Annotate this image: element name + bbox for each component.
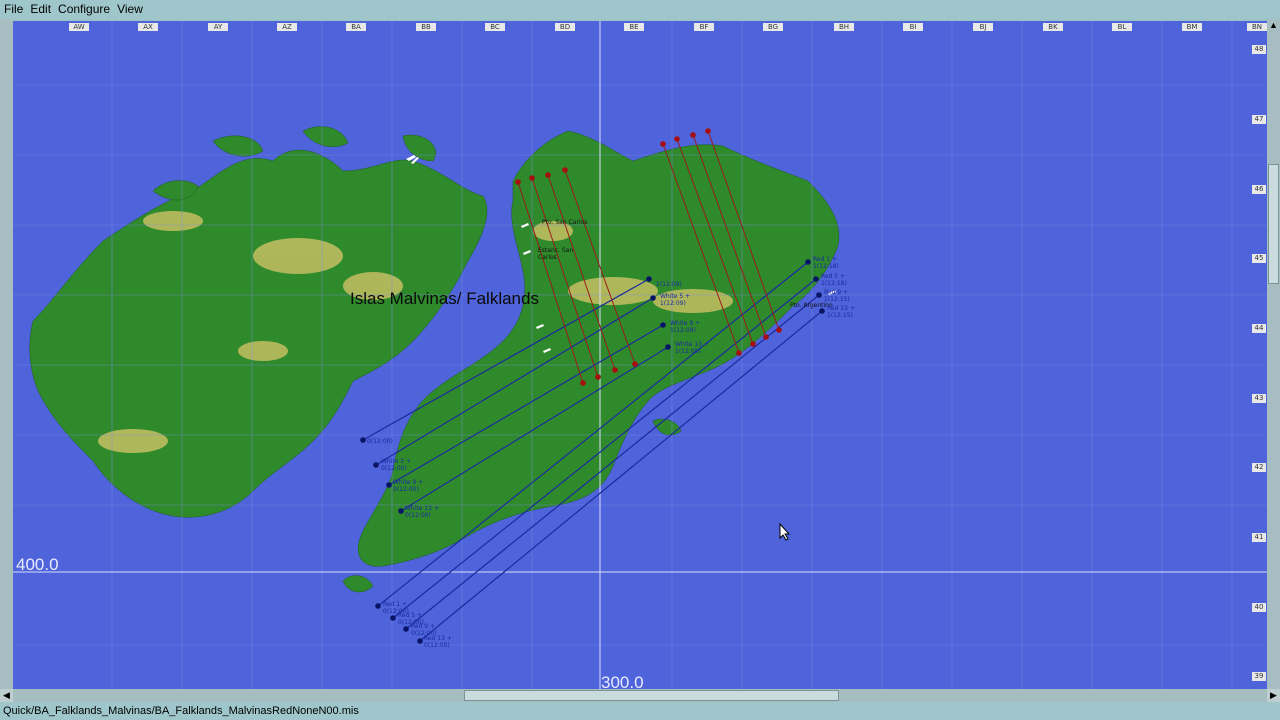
- flight-label[interactable]: 0(12:00): [367, 438, 399, 445]
- col-label: AW: [69, 23, 89, 31]
- col-label: BG: [763, 23, 783, 31]
- menu-file[interactable]: File: [0, 0, 26, 16]
- col-label: BK: [1043, 23, 1063, 31]
- col-label: BN: [1247, 23, 1267, 31]
- row-label: 40: [1252, 603, 1266, 612]
- col-label: BF: [694, 23, 714, 31]
- flight-label[interactable]: Red 9 + 1(12:15): [824, 289, 856, 303]
- flight-label[interactable]: Red 13 + 0(12:00): [424, 635, 458, 649]
- scale-label-left: 400.0: [16, 555, 59, 574]
- flight-label[interactable]: Red 13 + 1(12:15): [827, 305, 861, 319]
- mouse-pointer-icon: [779, 523, 791, 541]
- vertical-scroll-thumb[interactable]: [1268, 164, 1279, 284]
- row-label: 41: [1252, 533, 1266, 542]
- row-label: 42: [1252, 463, 1266, 472]
- flight-label[interactable]: White 9 + 0(12:00): [393, 479, 425, 493]
- status-bar: Quick/BA_Falklands_Malvinas/BA_Falklands…: [0, 702, 1280, 720]
- col-label: BH: [834, 23, 854, 31]
- col-label: AX: [138, 23, 158, 31]
- scroll-up-arrow-icon[interactable]: ▲: [1267, 19, 1280, 32]
- flight-label[interactable]: Red 5 + 1(12:18): [821, 273, 853, 287]
- horizontal-scrollbar[interactable]: ◀ ▶: [0, 689, 1280, 702]
- col-label: BI: [903, 23, 923, 31]
- row-label: 44: [1252, 324, 1266, 333]
- horizontal-scroll-thumb[interactable]: [464, 690, 839, 701]
- row-label: 47: [1252, 115, 1266, 124]
- col-label: BD: [555, 23, 575, 31]
- col-label: BB: [416, 23, 436, 31]
- row-label: 43: [1252, 394, 1266, 403]
- island-label: Islas Malvinas/ Falklands: [350, 289, 539, 308]
- col-label: BM: [1182, 23, 1202, 31]
- terrain: [29, 126, 840, 593]
- column-labels: AW AX AY AZ BA BB BC BD BE BF BG BH BI B…: [13, 21, 1267, 33]
- place-label: Estanc. San Carlos: [538, 247, 574, 261]
- col-label: AY: [208, 23, 228, 31]
- vertical-scrollbar[interactable]: ▲: [1267, 19, 1280, 689]
- menu-edit[interactable]: Edit: [26, 0, 54, 16]
- flight-label[interactable]: 1(12:09): [656, 281, 686, 288]
- menu-bar: File Edit Configure View: [0, 0, 1280, 19]
- col-label: BC: [485, 23, 505, 31]
- mission-map[interactable]: [13, 21, 1267, 689]
- col-label: BA: [346, 23, 366, 31]
- col-label: AZ: [277, 23, 297, 31]
- row-label: 48: [1252, 45, 1266, 54]
- scroll-left-arrow-icon[interactable]: ◀: [0, 689, 13, 702]
- place-label: Pto. San Carlos: [542, 219, 588, 226]
- col-label: BJ: [973, 23, 993, 31]
- flight-label[interactable]: Red 1 + 1(12:18): [813, 256, 845, 270]
- flight-label[interactable]: White 13 + 0(12:00): [405, 505, 439, 519]
- flight-label[interactable]: White 9 + 1(12:09): [670, 320, 702, 334]
- row-label: 45: [1252, 254, 1266, 263]
- map-canvas[interactable]: [13, 21, 1267, 689]
- col-label: BL: [1112, 23, 1132, 31]
- left-scroll-edge: [0, 19, 13, 689]
- scroll-right-arrow-icon[interactable]: ▶: [1267, 689, 1280, 702]
- menu-configure[interactable]: Configure: [54, 0, 113, 16]
- row-label: 39: [1252, 672, 1266, 681]
- flight-label[interactable]: White 5 + 1(12:09): [660, 293, 692, 307]
- flight-label[interactable]: White 5 + 0(12:00): [381, 458, 413, 472]
- col-label: BE: [624, 23, 644, 31]
- flight-label[interactable]: White 13 + 1(12:09): [675, 341, 709, 355]
- menu-view[interactable]: View: [113, 0, 146, 16]
- row-label: 46: [1252, 185, 1266, 194]
